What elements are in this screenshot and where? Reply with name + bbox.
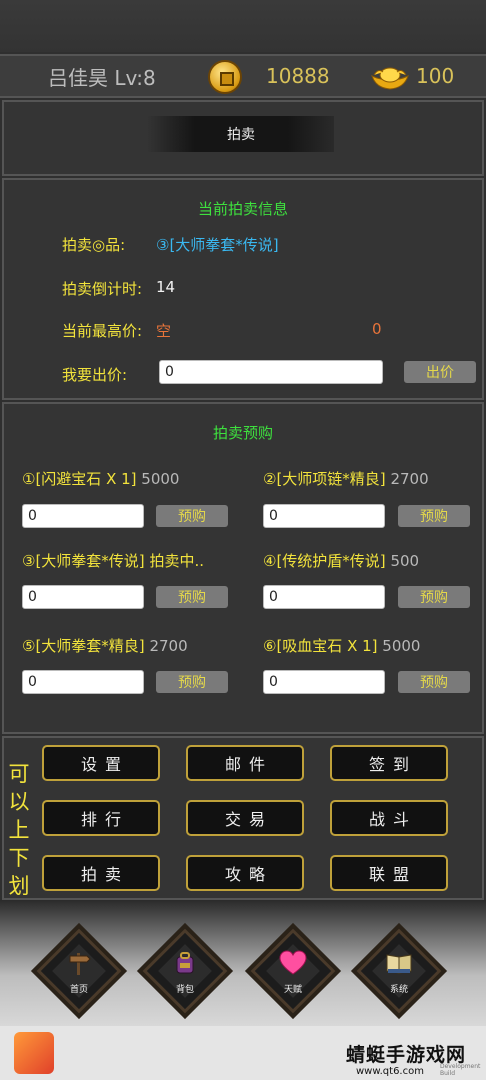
menu-panel: 可以上下划 设置 邮件 签到 排行 交易 战斗 拍卖 攻略 联盟 [2,736,484,900]
highest-price-value: 0 [372,320,382,338]
auction-button[interactable]: 拍卖 [42,855,160,891]
preorder-item-name: ⑤[大师拳套*精良] [22,637,145,655]
preorder-item-2: ②[大师项链*精良] 2700 [263,468,429,489]
preorder-item-name: ②[大师项链*精良] [263,470,386,488]
preorder-button-3[interactable]: 预购 [156,586,228,608]
nav-system-label: 系统 [389,985,408,995]
tab-auction[interactable]: 拍卖 [148,116,334,152]
battle-button[interactable]: 战斗 [330,800,448,836]
preorder-item-price: 5000 [141,470,180,488]
preorder-button-5[interactable]: 预购 [156,671,228,693]
current-auction-panel: 当前拍卖信息 拍卖◎品: ③[大师拳套*传说] 拍卖倒计时: 14 当前最高价:… [2,178,484,400]
preorder-input-3[interactable]: 0 [22,585,144,609]
signpost-icon [64,948,94,978]
preorder-item-name: ①[闪避宝石 X 1] [22,470,137,488]
nav-backpack[interactable]: 背包 [140,926,230,1016]
player-header: 吕佳昊 Lv:8 10888 100 [0,54,486,98]
preorder-button-2[interactable]: 预购 [398,505,470,527]
title-panel: 拍卖 [2,100,484,176]
preorder-item-price: 5000 [382,637,421,655]
highest-bidder: 空 [156,322,172,340]
preorder-button-4[interactable]: 预购 [398,586,470,608]
preorder-title: 拍卖预购 [212,424,273,442]
preorder-item-6: ⑥[吸血宝石 X 1] 5000 [263,635,420,656]
book-icon [384,948,414,978]
preorder-item-price: 2700 [149,637,188,655]
preorder-item-price: 2700 [390,470,429,488]
nav-system[interactable]: 系统 [354,926,444,1016]
preorder-input-6[interactable]: 0 [263,670,385,694]
guide-button[interactable]: 攻略 [186,855,304,891]
player-name-level: 吕佳昊 Lv:8 [48,65,156,90]
nav-talent[interactable]: 天赋 [248,926,338,1016]
preorder-item-name: ⑥[吸血宝石 X 1] [263,637,378,655]
bid-button[interactable]: 出价 [404,361,476,383]
current-auction-title: 当前拍卖信息 [197,200,288,218]
copper-coin-icon [208,60,242,94]
bid-input[interactable]: 0 [159,360,383,384]
mail-button[interactable]: 邮件 [186,745,304,781]
preorder-panel: 拍卖预购 ①[闪避宝石 X 1] 5000 0 预购 ②[大师项链*精良] 27… [2,402,484,734]
scroll-hint: 可以上下划 [8,762,30,898]
highest-price-label: 当前最高价: [62,322,143,340]
development-build-label: Development Build [440,1063,481,1077]
ingot-count: 100 [416,64,455,88]
preorder-item-name: ④[传统护盾*传说] [263,552,386,570]
preorder-item-1: ①[闪避宝石 X 1] 5000 [22,468,179,489]
preorder-item-4: ④[传统护盾*传说] 500 [263,550,419,571]
preorder-item-name: ③[大师拳套*传说] [22,552,145,570]
preorder-input-1[interactable]: 0 [22,504,144,528]
backpack-icon [170,948,200,978]
preorder-item-price: 500 [390,552,420,570]
ranking-button[interactable]: 排行 [42,800,160,836]
preorder-button-6[interactable]: 预购 [398,671,470,693]
auction-item-value: ③[大师拳套*传说] [156,236,279,254]
settings-button[interactable]: 设置 [42,745,160,781]
watermark-logo [14,1032,54,1074]
preorder-input-2[interactable]: 0 [263,504,385,528]
nav-home[interactable]: 首页 [34,926,124,1016]
countdown-label: 拍卖倒计时: [62,280,143,298]
nav-talent-label: 天赋 [283,985,302,995]
preorder-button-1[interactable]: 预购 [156,505,228,527]
nav-backpack-label: 背包 [175,985,194,995]
preorder-item-5: ⑤[大师拳套*精良] 2700 [22,635,188,656]
top-strip [0,0,486,52]
nav-home-label: 首页 [69,985,88,995]
gold-ingot-icon [371,67,409,90]
bid-label: 我要出价: [62,366,128,384]
preorder-input-4[interactable]: 0 [263,585,385,609]
coin-count: 10888 [266,64,330,88]
countdown-value: 14 [156,278,176,296]
watermark-url: www.qt6.com [356,1066,424,1077]
auction-item-label: 拍卖◎品: [62,236,126,254]
checkin-button[interactable]: 签到 [330,745,448,781]
heart-icon [278,948,308,978]
trade-button[interactable]: 交易 [186,800,304,836]
preorder-input-5[interactable]: 0 [22,670,144,694]
preorder-item-3: ③[大师拳套*传说] 拍卖中.. [22,550,204,571]
alliance-button[interactable]: 联盟 [330,855,448,891]
preorder-item-status: 拍卖中.. [149,552,204,570]
